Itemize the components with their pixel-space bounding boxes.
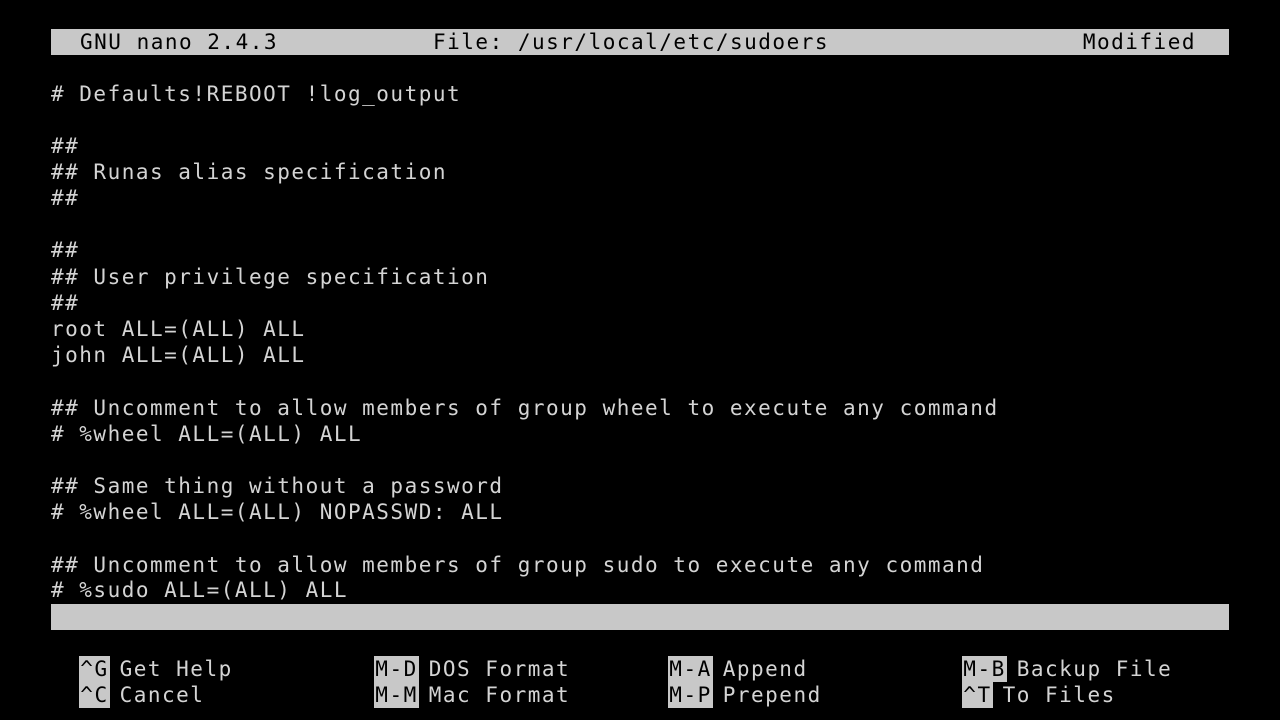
shortcut-label: Mac Format [428,683,571,707]
editor-line-13[interactable]: ## Uncomment to allow members of group w… [51,395,999,421]
editor-line-14[interactable]: # %wheel ALL=(ALL) ALL [51,421,362,447]
shortcut-cancel[interactable]: ^C Cancel [51,656,204,708]
editor-line-20[interactable]: # %sudo ALL=(ALL) ALL [51,577,348,603]
shortcut-label: Prepend [722,683,822,707]
filename-prompt[interactable]: File Name to Write: /usr/local/etc/sudoe… [51,604,1229,655]
editor-line-5[interactable]: ## [51,185,79,211]
editor-line-11[interactable]: john ALL=(ALL) ALL [51,342,306,368]
shortcut-key: M-P [668,682,713,708]
file-path: File: /usr/local/etc/sudoers [433,30,830,54]
editor-line-4[interactable]: ## Runas alias specification [51,159,447,185]
shortcut-append[interactable]: M-A Append [640,630,808,682]
shortcut-prepend[interactable]: M-P Prepend [640,656,822,708]
title-bar: GNU nano 2.4.3 File: /usr/local/etc/sudo… [51,29,1229,55]
editor-line-7[interactable]: ## [51,237,79,263]
editor-line-1[interactable]: # Defaults!REBOOT !log_output [51,81,461,107]
shortcut-key: M-M [374,682,419,708]
shortcut-mac-format[interactable]: M-M Mac Format [346,656,570,708]
shortcut-label: To Files [1002,683,1116,707]
shortcut-get-help[interactable]: ^G Get Help [51,630,233,682]
shortcut-key: ^T [962,682,993,708]
editor-line-16[interactable]: ## Same thing without a password [51,473,504,499]
shortcut-to-files[interactable]: ^T To Files [934,656,1116,708]
modified-status: Modified [1082,30,1196,54]
shortcut-dos-format[interactable]: M-D DOS Format [346,630,570,682]
shortcut-key: ^C [79,682,110,708]
shortcut-label: Cancel [119,683,205,707]
editor-line-9[interactable]: ## [51,290,79,316]
editor-line-17[interactable]: # %wheel ALL=(ALL) NOPASSWD: ALL [51,499,504,525]
editor-line-10[interactable]: root ALL=(ALL) ALL [51,316,306,342]
editor-line-19[interactable]: ## Uncomment to allow members of group s… [51,552,984,578]
editor-version: GNU nano 2.4.3 [80,30,279,54]
editor-line-8[interactable]: ## User privilege specification [51,264,489,290]
shortcut-backup-file[interactable]: M-B Backup File [934,630,1172,682]
editor-line-3[interactable]: ## [51,133,79,159]
